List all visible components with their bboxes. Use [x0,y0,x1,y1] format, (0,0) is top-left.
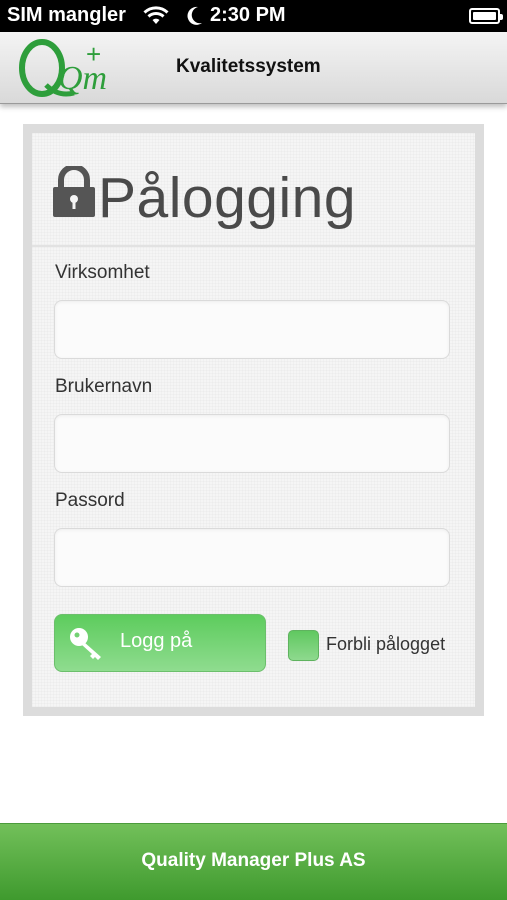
password-input[interactable] [54,528,450,587]
footer-text: Quality Manager Plus AS [141,850,366,871]
app-header: Qm + Kvalitetssystem [0,32,507,104]
username-label: Brukernavn [55,376,153,397]
login-card: Pålogging Virksomhet Brukernavn Passord … [32,133,475,707]
lock-icon [52,164,96,223]
footer-bar: Quality Manager Plus AS [0,823,507,900]
login-title: Pålogging [98,166,357,230]
moon-icon [186,5,204,32]
battery-icon [469,8,503,24]
time-label: 2:30 PM [210,4,286,26]
remember-me-label[interactable]: Forbli pålogget [326,634,445,655]
header-title: Kvalitetssystem [176,56,321,77]
wifi-icon [143,6,169,31]
company-input[interactable] [54,300,450,359]
carrier-label: SIM mangler [7,4,126,26]
username-input[interactable] [54,414,450,473]
remember-me-checkbox[interactable] [288,630,319,661]
login-button-label: Logg på [120,630,193,652]
login-card-frame: Pålogging Virksomhet Brukernavn Passord … [23,124,484,716]
login-button[interactable]: Logg på [54,614,266,672]
company-label: Virksomhet [55,262,150,283]
app-logo: Qm + [16,37,107,99]
key-icon [69,627,105,666]
svg-text:+: + [86,39,101,69]
login-title-row: Pålogging [32,133,475,247]
status-bar: SIM mangler 2:30 PM [0,0,507,32]
password-label: Passord [55,490,125,511]
